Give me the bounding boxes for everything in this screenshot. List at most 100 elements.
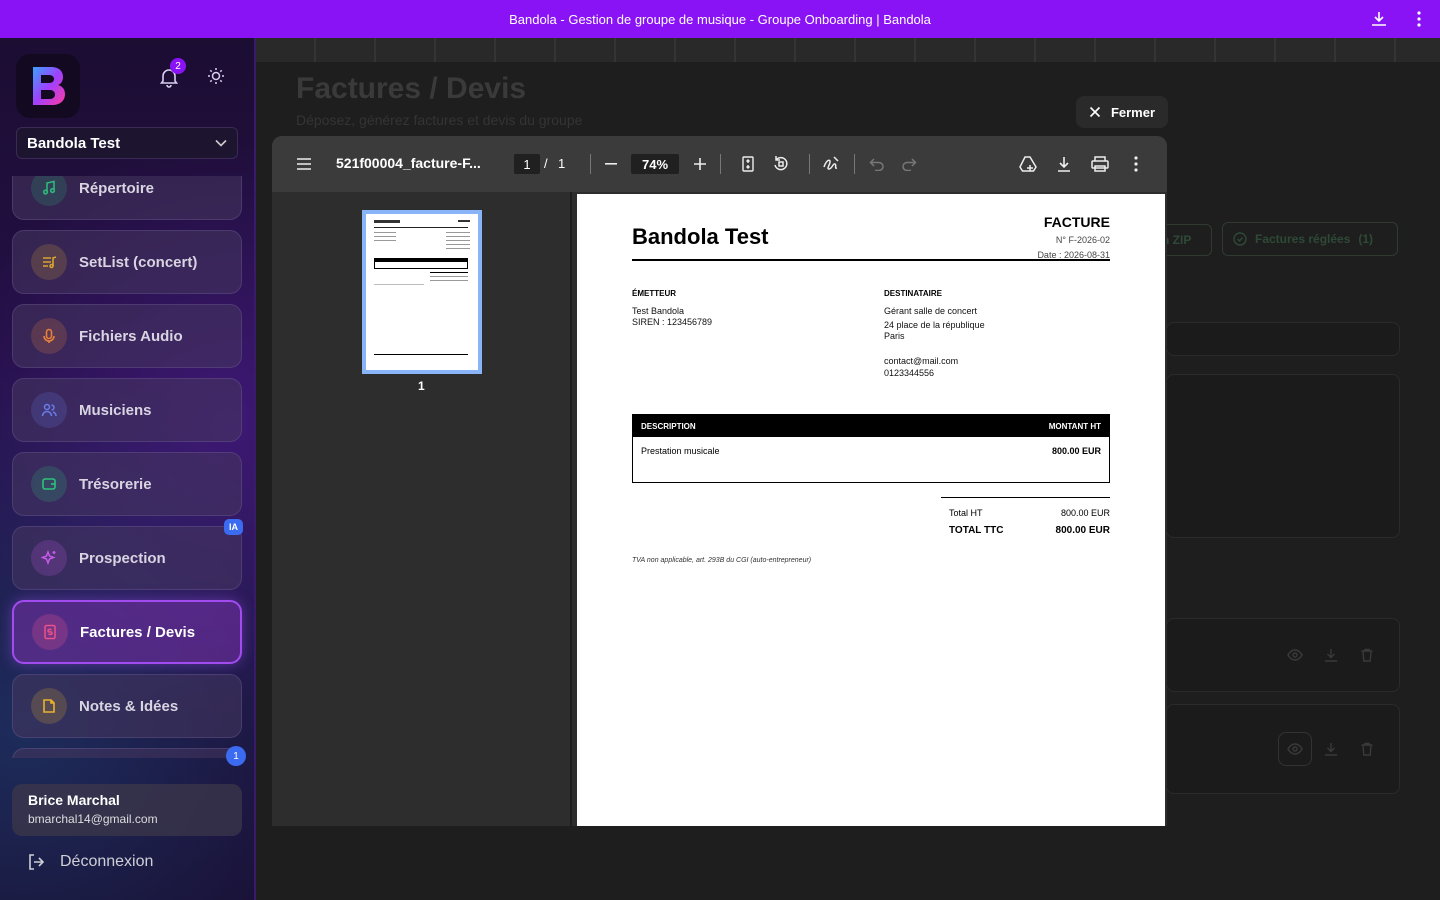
sidebar-item-prospection[interactable]: Prospection IA	[12, 519, 243, 590]
recipient-city: Paris	[884, 331, 905, 341]
download-icon[interactable]	[1323, 647, 1339, 663]
invoice-company: Bandola Test	[632, 224, 769, 249]
sidebar-item-label: Musiciens	[79, 401, 152, 419]
total-ht-label: Total HT	[949, 508, 983, 518]
window-title: Bandola - Gestion de groupe de musique -…	[509, 11, 931, 27]
music-note-icon	[31, 176, 67, 206]
paid-invoices-button[interactable]: Factures réglées (1)	[1222, 222, 1398, 256]
eye-icon[interactable]	[1287, 741, 1303, 757]
sidebar-menu-icon[interactable]	[294, 154, 314, 174]
invoice-page: Bandola Test FACTURE N° F-2026-02 Date :…	[577, 194, 1165, 826]
draw-annotation-icon[interactable]	[821, 154, 841, 174]
amount-header: MONTANT HT	[1048, 421, 1101, 431]
recipient-email: contact@mail.com	[884, 356, 959, 366]
undo-icon[interactable]	[867, 154, 887, 174]
chevron-down-icon	[215, 139, 227, 147]
total-ht-row: Total HT 800.00 EUR	[949, 508, 1110, 518]
trash-icon[interactable]	[1359, 741, 1375, 757]
page-thumbnail[interactable]	[362, 210, 482, 374]
header-banner	[256, 38, 1440, 62]
invoice-number: N° F-2026-02	[1055, 235, 1110, 245]
print-icon[interactable]	[1090, 154, 1110, 174]
group-selector[interactable]: Bandola Test	[16, 127, 238, 159]
search-bar[interactable]	[1166, 322, 1400, 356]
invoice-lines-table: DESCRIPTION MONTANT HT Prestation musica…	[632, 414, 1110, 483]
sidebar-item-label: Prospection	[79, 549, 166, 567]
recipient-address: 24 place de la république	[884, 320, 985, 330]
table-row: Prestation musicale 800.00 EUR	[633, 437, 1109, 465]
thumbnail-page-number: 1	[418, 379, 425, 393]
check-circle-icon	[1233, 232, 1247, 246]
toolbar-divider	[590, 154, 591, 174]
description-header: DESCRIPTION	[641, 421, 696, 431]
user-card[interactable]: Brice Marchal bmarchal14@gmail.com	[12, 784, 242, 836]
upload-panel	[1166, 374, 1400, 538]
table-header: DESCRIPTION MONTANT HT	[633, 415, 1109, 437]
toolbar-divider	[720, 154, 721, 174]
total-ttc-label: TOTAL TTC	[949, 525, 1004, 536]
thumb-note	[374, 284, 424, 285]
total-ht-value: 800.00 EUR	[1060, 508, 1110, 518]
eye-icon[interactable]	[1287, 647, 1303, 663]
toolbar-divider	[809, 154, 810, 174]
note-icon	[31, 688, 67, 724]
thumbnail-panel: 1	[272, 192, 572, 826]
more-options-icon[interactable]	[1126, 154, 1146, 174]
user-email: bmarchal14@gmail.com	[28, 812, 158, 826]
bandola-logo[interactable]	[16, 54, 80, 118]
page-title: Factures / Devis	[296, 72, 527, 105]
totals-rule	[941, 497, 1110, 498]
redo-icon[interactable]	[899, 154, 919, 174]
thumb-addresses	[374, 232, 470, 252]
fit-page-icon[interactable]	[738, 154, 758, 174]
page-area: Bandola Test FACTURE N° F-2026-02 Date :…	[574, 192, 1167, 826]
line-amount: 800.00 EUR	[1051, 446, 1101, 456]
thumb-header	[374, 220, 470, 223]
notification-count-badge: 2	[170, 58, 186, 74]
zoom-level-input[interactable]: 74%	[631, 154, 679, 174]
pdf-viewer: 521f00004_facture-F... 1 / 1 74% 1 Bando…	[272, 136, 1167, 826]
zoom-out-icon[interactable]	[601, 154, 621, 174]
page-subtitle: Déposez, générez factures et devis du gr…	[296, 112, 583, 128]
header-rule	[632, 259, 1110, 261]
sidebar-item-setlist[interactable]: SetList (concert)	[12, 230, 242, 294]
sparkles-icon	[31, 540, 67, 576]
total-ttc-value: 800.00 EUR	[1055, 525, 1110, 536]
window-menu-icon[interactable]	[1410, 10, 1428, 28]
group-name: Bandola Test	[27, 134, 121, 152]
invoice-type: FACTURE	[1043, 214, 1110, 230]
logout-button[interactable]: Déconnexion	[26, 852, 153, 872]
install-download-icon[interactable]	[1370, 10, 1388, 28]
close-viewer-button[interactable]: Fermer	[1076, 96, 1168, 128]
sidebar-item-musiciens[interactable]: Musiciens	[12, 378, 242, 442]
recipient-label: DESTINATAIRE	[884, 289, 942, 298]
theme-toggle-sun-icon[interactable]	[206, 66, 226, 86]
thumb-table	[374, 258, 468, 269]
save-to-drive-icon[interactable]	[1018, 154, 1038, 174]
download-icon[interactable]	[1054, 154, 1074, 174]
users-icon	[31, 392, 67, 428]
sidebar: 2 Bandola Test Répertoire SetList (conce…	[0, 38, 256, 900]
user-name: Brice Marchal	[28, 792, 120, 808]
sidebar-item-tresorerie[interactable]: Trésorerie	[12, 452, 242, 516]
microphone-icon	[31, 318, 67, 354]
sidebar-item-factures[interactable]: Factures / Devis	[12, 600, 242, 664]
total-ttc-row: TOTAL TTC 800.00 EUR	[949, 525, 1110, 536]
sidebar-item-partial[interactable]	[12, 748, 242, 758]
trash-icon[interactable]	[1359, 647, 1375, 663]
sidebar-item-label: Fichiers Audio	[79, 327, 183, 345]
sidebar-item-notes[interactable]: Notes & Idées	[12, 674, 242, 738]
playlist-icon	[31, 244, 67, 280]
emitter-label: ÉMETTEUR	[632, 289, 676, 298]
page-number-input[interactable]: 1	[514, 154, 540, 174]
zoom-in-icon[interactable]	[690, 154, 710, 174]
emitter-name: Test Bandola	[632, 306, 685, 316]
sidebar-item-repertoire[interactable]: Répertoire	[12, 176, 242, 220]
vat-note: TVA non applicable, art. 293B du CGI (au…	[632, 557, 812, 564]
rotate-icon[interactable]	[771, 154, 791, 174]
logout-icon	[29, 854, 45, 870]
recipient-name: Gérant salle de concert	[884, 306, 978, 316]
download-icon[interactable]	[1323, 741, 1339, 757]
thumb-totals	[430, 272, 468, 281]
sidebar-item-audio[interactable]: Fichiers Audio	[12, 304, 242, 368]
